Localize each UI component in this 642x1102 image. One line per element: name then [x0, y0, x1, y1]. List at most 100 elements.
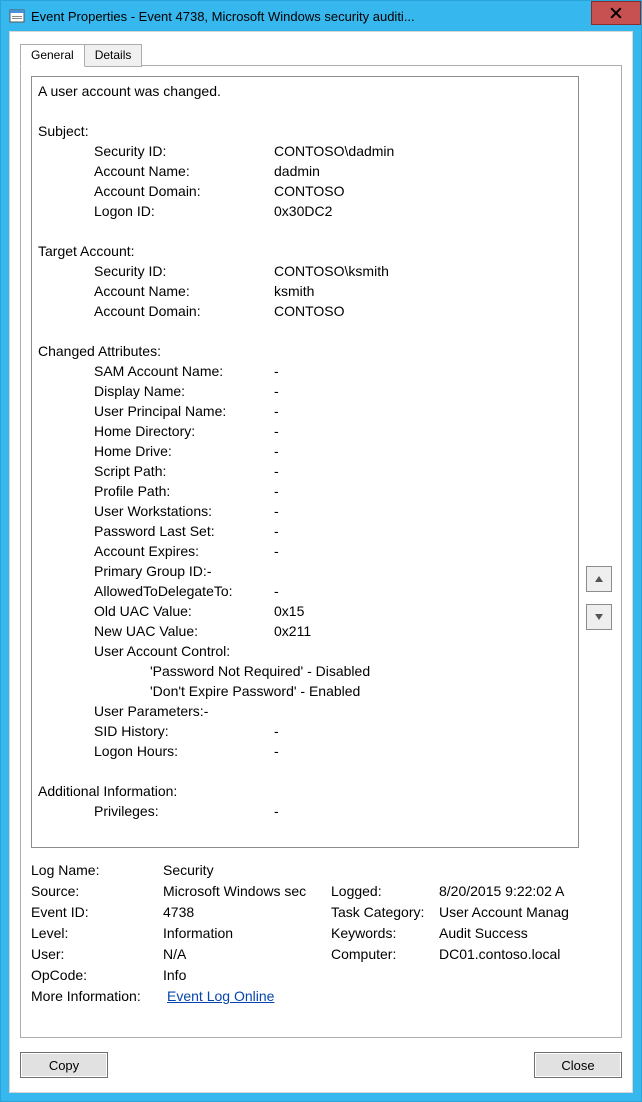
workstations-value: - — [274, 501, 572, 521]
logged-value: 8/20/2015 9:22:02 A — [439, 881, 611, 902]
upn-value: - — [274, 401, 572, 421]
homedrive-value: - — [274, 441, 572, 461]
uac-line2: 'Don't Expire Password' - Enabled — [150, 681, 360, 701]
subject-logon-id-value: 0x30DC2 — [274, 201, 572, 221]
more-info-label: More Information: — [31, 986, 167, 1007]
opcode-value: Info — [163, 965, 331, 986]
target-account-name-label: Account Name: — [94, 281, 274, 301]
subject-account-name-label: Account Name: — [94, 161, 274, 181]
computer-value: DC01.contoso.local — [439, 944, 611, 965]
newuac-value: 0x211 — [274, 621, 572, 641]
profile-value: - — [274, 481, 572, 501]
tab-strip: General Details — [20, 44, 142, 67]
desc-summary: A user account was changed. — [38, 81, 221, 101]
changed-heading: Changed Attributes: — [38, 341, 161, 361]
source-label: Source: — [31, 881, 163, 902]
close-button[interactable]: Close — [534, 1052, 622, 1078]
task-cat-value: User Account Manag — [439, 902, 611, 923]
arrow-down-icon — [594, 612, 604, 622]
keywords-value: Audit Success — [439, 923, 611, 944]
expires-label: Account Expires: — [94, 541, 274, 561]
app-icon — [9, 8, 25, 24]
pgid-label: Primary Group ID: — [94, 561, 207, 581]
subject-heading: Subject: — [38, 121, 89, 141]
log-name-label: Log Name: — [31, 860, 163, 881]
uparams-label: User Parameters: — [94, 701, 204, 721]
event-id-value: 4738 — [163, 902, 331, 923]
tab-page-general: A user account was changed. Subject: Sec… — [20, 65, 622, 1038]
script-value: - — [274, 461, 572, 481]
subject-security-id-value: CONTOSO\dadmin — [274, 141, 572, 161]
uparams-value: - — [204, 701, 209, 721]
upn-label: User Principal Name: — [94, 401, 274, 421]
target-security-id-label: Security ID: — [94, 261, 274, 281]
newuac-label: New UAC Value: — [94, 621, 274, 641]
next-event-button[interactable] — [586, 604, 612, 630]
olduac-value: 0x15 — [274, 601, 572, 621]
script-label: Script Path: — [94, 461, 274, 481]
log-name-value: Security — [163, 860, 331, 881]
pgid-value: - — [207, 561, 212, 581]
tab-general[interactable]: General — [20, 44, 85, 67]
target-heading: Target Account: — [38, 241, 135, 261]
priv-value: - — [274, 801, 572, 821]
olduac-label: Old UAC Value: — [94, 601, 274, 621]
prev-event-button[interactable] — [586, 566, 612, 592]
profile-label: Profile Path: — [94, 481, 274, 501]
pwdlast-label: Password Last Set: — [94, 521, 274, 541]
display-value: - — [274, 381, 572, 401]
level-value: Information — [163, 923, 331, 944]
delegate-label: AllowedToDelegateTo: — [94, 581, 274, 601]
sam-value: - — [274, 361, 572, 381]
sid-label: SID History: — [94, 721, 274, 741]
title-bar[interactable]: Event Properties - Event 4738, Microsoft… — [1, 1, 641, 31]
event-id-label: Event ID: — [31, 902, 163, 923]
subject-account-domain-value: CONTOSO — [274, 181, 572, 201]
homedir-value: - — [274, 421, 572, 441]
workstations-label: User Workstations: — [94, 501, 274, 521]
delegate-value: - — [274, 581, 572, 601]
logged-label: Logged: — [331, 881, 439, 902]
display-label: Display Name: — [94, 381, 274, 401]
homedir-label: Home Directory: — [94, 421, 274, 441]
logonhrs-label: Logon Hours: — [94, 741, 274, 761]
target-account-name-value: ksmith — [274, 281, 572, 301]
level-label: Level: — [31, 923, 163, 944]
target-account-domain-label: Account Domain: — [94, 301, 274, 321]
event-nav-arrows — [586, 566, 610, 642]
target-account-domain-value: CONTOSO — [274, 301, 572, 321]
source-value: Microsoft Windows sec — [163, 881, 331, 902]
pwdlast-value: - — [274, 521, 572, 541]
priv-label: Privileges: — [94, 801, 274, 821]
uac-label: User Account Control: — [94, 641, 230, 661]
event-log-online-link[interactable]: Event Log Online — [167, 986, 274, 1007]
user-value: N/A — [163, 944, 331, 965]
window-frame: Event Properties - Event 4738, Microsoft… — [0, 0, 642, 1102]
client-area: General Details A user account was chang… — [9, 31, 633, 1093]
sid-value: - — [274, 721, 572, 741]
event-description-box[interactable]: A user account was changed. Subject: Sec… — [31, 76, 579, 848]
keywords-label: Keywords: — [331, 923, 439, 944]
opcode-label: OpCode: — [31, 965, 163, 986]
target-security-id-value: CONTOSO\ksmith — [274, 261, 572, 281]
dialog-buttons: Copy Close — [20, 1052, 622, 1078]
window-title: Event Properties - Event 4738, Microsoft… — [31, 9, 641, 24]
sam-label: SAM Account Name: — [94, 361, 274, 381]
subject-security-id-label: Security ID: — [94, 141, 274, 161]
close-icon — [610, 7, 622, 19]
homedrive-label: Home Drive: — [94, 441, 274, 461]
task-cat-label: Task Category: — [331, 902, 439, 923]
additional-heading: Additional Information: — [38, 781, 177, 801]
window-close-button[interactable] — [591, 1, 641, 25]
computer-label: Computer: — [331, 944, 439, 965]
subject-account-name-value: dadmin — [274, 161, 572, 181]
expires-value: - — [274, 541, 572, 561]
event-metadata: Log Name: Security Source: Microsoft Win… — [31, 860, 611, 1007]
subject-logon-id-label: Logon ID: — [94, 201, 274, 221]
logonhrs-value: - — [274, 741, 572, 761]
tab-details[interactable]: Details — [85, 44, 143, 67]
copy-button[interactable]: Copy — [20, 1052, 108, 1078]
uac-line1: 'Password Not Required' - Disabled — [150, 661, 370, 681]
subject-account-domain-label: Account Domain: — [94, 181, 274, 201]
user-label: User: — [31, 944, 163, 965]
